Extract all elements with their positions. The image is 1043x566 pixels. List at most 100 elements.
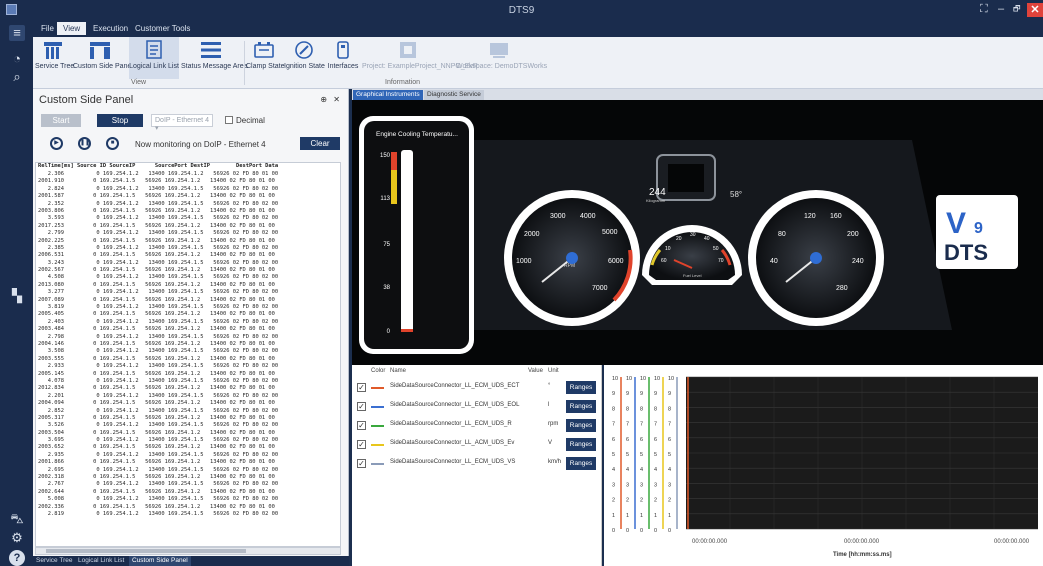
log-row[interactable]: 2005.317 0 169.254.1.5 56926 169.254.1.2… [36, 415, 340, 422]
log-row[interactable]: 2003.555 0 169.254.1.5 56926 169.254.1.2… [36, 356, 340, 363]
car-icon[interactable]: ⛍ [9, 511, 25, 527]
log-row[interactable]: 2.403 0 169.254.1.2 13400 169.254.1.5 56… [36, 319, 340, 326]
log-row[interactable]: 2007.089 0 169.254.1.5 56926 169.254.1.2… [36, 297, 340, 304]
log-row[interactable]: 2.819 0 169.254.1.2 13400 169.254.1.5 56… [36, 511, 340, 518]
log-row[interactable]: 2.933 0 169.254.1.2 13400 169.254.1.5 56… [36, 363, 340, 370]
log-row[interactable]: 3.243 0 169.254.1.2 13400 169.254.1.5 56… [36, 260, 340, 267]
log-row[interactable]: 2003.504 0 169.254.1.5 56926 169.254.1.2… [36, 430, 340, 437]
ranges-button[interactable]: Ranges [566, 381, 596, 394]
custom-side-panel-button[interactable]: Custom Side Panel [73, 37, 133, 79]
log-row[interactable]: 2004.146 0 169.254.1.5 56926 169.254.1.2… [36, 341, 340, 348]
help-icon[interactable]: ? [9, 550, 25, 566]
signal-checkbox[interactable]: ✓ [357, 383, 366, 392]
signal-checkbox[interactable]: ✓ [357, 440, 366, 449]
interfaces-button[interactable]: Interfaces [326, 37, 360, 79]
log-row[interactable]: 2.352 0 169.254.1.2 13400 169.254.1.5 56… [36, 201, 340, 208]
log-row[interactable]: 2.385 0 169.254.1.2 13400 169.254.1.5 56… [36, 245, 340, 252]
stop-button[interactable]: Stop [97, 114, 143, 127]
log-row[interactable]: 3.593 0 169.254.1.2 13400 169.254.1.5 56… [36, 215, 340, 222]
log-row[interactable]: 2.695 0 169.254.1.2 13400 169.254.1.5 56… [36, 467, 340, 474]
log-row[interactable]: 2001.866 0 169.254.1.5 56926 169.254.1.2… [36, 459, 340, 466]
log-row[interactable]: 2001.587 0 169.254.1.5 56926 169.254.1.2… [36, 193, 340, 200]
stop-record-icon[interactable]: ■ [106, 137, 119, 150]
log-row[interactable]: 2002.336 0 169.254.1.5 56926 169.254.1.2… [36, 504, 340, 511]
log-row[interactable]: 2003.806 0 169.254.1.5 56926 169.254.1.2… [36, 208, 340, 215]
minimize-button[interactable]: – [998, 3, 1004, 15]
menu-customer-tools[interactable]: Customer Tools [129, 22, 196, 35]
log-row[interactable]: 2003.484 0 169.254.1.5 56926 169.254.1.2… [36, 326, 340, 333]
log-row[interactable]: 4.078 0 169.254.1.2 13400 169.254.1.5 56… [36, 378, 340, 385]
close-button[interactable]: ✕ [1027, 3, 1043, 17]
panel-close-icon[interactable]: ✕ [333, 95, 340, 104]
log-row[interactable]: 5.008 0 169.254.1.2 13400 169.254.1.5 56… [36, 496, 340, 503]
log-row[interactable]: 3.508 0 169.254.1.2 13400 169.254.1.5 56… [36, 348, 340, 355]
ribbon-separator [244, 41, 245, 85]
log-row[interactable]: 2.935 0 169.254.1.2 13400 169.254.1.5 56… [36, 452, 340, 459]
logical-link-list-button[interactable]: Logical Link List [129, 37, 179, 79]
ranges-button[interactable]: Ranges [566, 457, 596, 470]
log-row[interactable]: 4.508 0 169.254.1.2 13400 169.254.1.5 56… [36, 274, 340, 281]
search-person-icon[interactable]: ⌕ [9, 69, 25, 85]
log-row[interactable]: 2.798 0 169.254.1.2 13400 169.254.1.5 56… [36, 334, 340, 341]
log-row[interactable]: 2006.531 0 169.254.1.5 56926 169.254.1.2… [36, 252, 340, 259]
start-button[interactable]: Start [41, 114, 81, 127]
log-row[interactable]: 2.201 0 169.254.1.2 13400 169.254.1.5 56… [36, 393, 340, 400]
menu-view[interactable]: View [57, 22, 87, 35]
fullscreen-icon[interactable]: ⛶ [980, 3, 988, 16]
log-row[interactable]: 3.819 0 169.254.1.2 13400 169.254.1.5 56… [36, 304, 340, 311]
dashboard-icon[interactable]: ◔ [9, 51, 25, 67]
play-icon[interactable]: ▶ [50, 137, 63, 150]
signal-row[interactable]: ✓ SideDataSourceConnector_LL_ECM_UDS_VS km… [352, 454, 602, 476]
log-row[interactable]: 2003.652 0 169.254.1.5 56926 169.254.1.2… [36, 444, 340, 451]
tab-diagnostic-service[interactable]: Diagnostic Service [424, 90, 484, 100]
signal-checkbox[interactable]: ✓ [357, 421, 366, 430]
status-message-area-button[interactable]: Status Message Area [181, 37, 248, 79]
tab-logical-link-list[interactable]: Logical Link List [75, 556, 127, 566]
horizontal-scrollbar[interactable] [35, 547, 341, 555]
hamburger-menu-icon[interactable]: ≡ [9, 25, 25, 41]
decimal-checkbox[interactable] [225, 116, 233, 124]
log-row[interactable]: 2.852 0 169.254.1.2 13400 169.254.1.5 56… [36, 408, 340, 415]
y-tick-label: 2 [668, 498, 671, 504]
log-row[interactable]: 2.799 0 169.254.1.2 13400 169.254.1.5 56… [36, 230, 340, 237]
restore-button[interactable]: 🗗 [1013, 3, 1021, 17]
clamp-state-button[interactable]: Clamp State [246, 37, 285, 79]
signal-plot[interactable]: 10 9 8 7 6 5 4 3 2 1 0 10 9 8 7 6 5 4 3 2 1 0 10 9 8 7 6 5 4 3 2 1 0 10 9 8… [604, 365, 1043, 566]
log-row[interactable]: 2001.910 0 169.254.1.5 56926 169.254.1.2… [36, 178, 340, 185]
menu-execution[interactable]: Execution [87, 22, 134, 35]
clear-button[interactable]: Clear [300, 137, 340, 150]
log-row[interactable]: 3.277 0 169.254.1.2 13400 169.254.1.5 56… [36, 289, 340, 296]
tab-service-tree[interactable]: Service Tree [33, 556, 76, 566]
log-row[interactable]: 2005.145 0 169.254.1.5 56926 169.254.1.2… [36, 371, 340, 378]
log-row[interactable]: 2004.094 0 169.254.1.5 56926 169.254.1.2… [36, 400, 340, 407]
log-row[interactable]: 2002.644 0 169.254.1.5 56926 169.254.1.2… [36, 489, 340, 496]
interface-select[interactable]: DoIP - Ethernet 4 ▾ [151, 114, 213, 132]
signal-checkbox[interactable]: ✓ [357, 459, 366, 468]
ranges-button[interactable]: Ranges [566, 419, 596, 432]
log-row[interactable]: 2017.253 0 169.254.1.5 56926 169.254.1.2… [36, 223, 340, 230]
log-row[interactable]: 2.767 0 169.254.1.2 13400 169.254.1.5 56… [36, 481, 340, 488]
log-row[interactable]: 2012.834 0 169.254.1.5 56926 169.254.1.2… [36, 385, 340, 392]
ignition-state-button[interactable]: Ignition State [284, 37, 325, 79]
ranges-button[interactable]: Ranges [566, 400, 596, 413]
settings-gear-icon[interactable]: ⚙ [9, 530, 25, 546]
module-icon[interactable]: ▚ [9, 288, 25, 304]
log-row[interactable]: 2005.405 0 169.254.1.5 56926 169.254.1.2… [36, 311, 340, 318]
log-row[interactable]: 2002.318 0 169.254.1.5 56926 169.254.1.2… [36, 474, 340, 481]
pin-icon[interactable]: ⊕ [320, 95, 327, 104]
log-row[interactable]: 3.526 0 169.254.1.2 13400 169.254.1.5 56… [36, 422, 340, 429]
log-row[interactable]: 2002.567 0 169.254.1.5 56926 169.254.1.2… [36, 267, 340, 274]
log-row[interactable]: 2013.080 0 169.254.1.5 56926 169.254.1.2… [36, 282, 340, 289]
log-row[interactable]: 3.695 0 169.254.1.2 13400 169.254.1.5 56… [36, 437, 340, 444]
ranges-button[interactable]: Ranges [566, 438, 596, 451]
tab-graphical-instruments[interactable]: Graphical Instruments [353, 90, 423, 100]
log-row[interactable]: 2.824 0 169.254.1.2 13400 169.254.1.5 56… [36, 186, 340, 193]
tab-custom-side-panel[interactable]: Custom Side Panel [129, 556, 191, 566]
scrollbar-thumb[interactable] [46, 549, 246, 553]
service-tree-button[interactable]: Service Tree [35, 37, 74, 79]
log-row[interactable]: 2.306 0 169.254.1.2 13400 169.254.1.2 56… [36, 171, 340, 178]
signal-checkbox[interactable]: ✓ [357, 402, 366, 411]
traffic-log[interactable]: RelTime[ms] Source ID SourceIP SourcePor… [35, 162, 341, 547]
pause-icon[interactable]: ❚❚ [78, 137, 91, 150]
log-row[interactable]: 2002.225 0 169.254.1.5 56926 169.254.1.2… [36, 238, 340, 245]
